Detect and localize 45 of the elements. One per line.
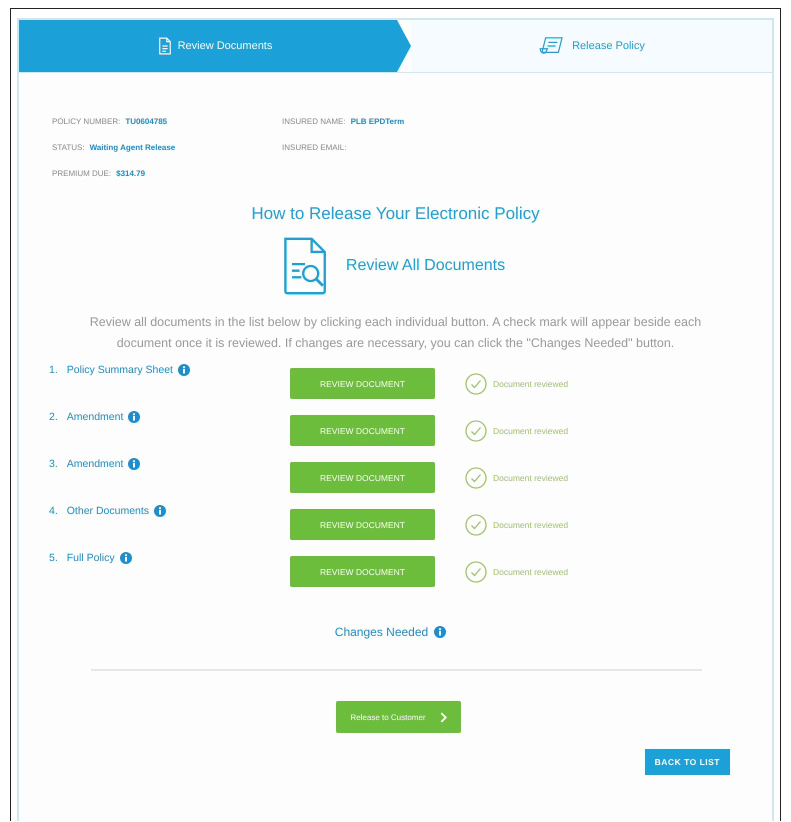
review-status: Document reviewed <box>493 426 568 436</box>
field-label: PREMIUM DUE: <box>52 169 112 178</box>
document-name: Amendment <box>66 458 124 470</box>
subheading: Review All Documents <box>346 257 506 275</box>
field-label: INSURED EMAIL: <box>282 143 346 152</box>
list-number: 4. <box>49 505 58 517</box>
info-icon[interactable] <box>154 505 166 517</box>
chevron-right-icon <box>440 712 447 722</box>
info-icon[interactable] <box>178 364 190 376</box>
field-label: POLICY NUMBER: <box>52 117 120 126</box>
step-tab[interactable]: Review Documents <box>19 20 411 72</box>
back-to-list-button[interactable]: BACK TO LIST <box>644 749 730 775</box>
list-number: 3. <box>49 458 58 470</box>
field-value: PLB EPDTerm <box>350 117 404 126</box>
field-label: STATUS: <box>52 143 85 152</box>
info-icon[interactable] <box>120 552 132 564</box>
field-value: Waiting Agent Release <box>90 143 176 152</box>
list-number: 1. <box>49 364 58 376</box>
document-name: Full Policy <box>66 552 115 564</box>
review-status: Document reviewed <box>493 566 568 576</box>
instructions-text: Review all documents in the list below by clicking each individual button. A check mark will appear beside each document once it is reviewed. If changes are necessary, you can click the "Changes Needed" button. <box>88 314 702 352</box>
step-tab[interactable]: Release Policy <box>411 20 772 72</box>
review-document-button[interactable]: REVIEW DOCUMENT <box>290 462 435 493</box>
changes-needed-link[interactable]: Changes Needed <box>334 625 428 639</box>
review-status: Document reviewed <box>493 520 568 530</box>
list-number: 5. <box>49 552 58 564</box>
review-document-button[interactable]: REVIEW DOCUMENT <box>290 368 435 399</box>
field-value: $314.79 <box>116 169 146 178</box>
review-document-button[interactable]: REVIEW DOCUMENT <box>290 556 435 587</box>
section-heading: How to Release Your Electronic Policy <box>250 204 541 224</box>
field-value: TU0604785 <box>125 117 168 126</box>
review-status: Document reviewed <box>493 472 568 482</box>
info-icon[interactable] <box>128 458 140 470</box>
field-label: INSURED NAME: <box>282 117 346 126</box>
document-name: Policy Summary Sheet <box>66 364 173 376</box>
info-icon[interactable] <box>128 411 140 423</box>
info-icon[interactable] <box>434 626 446 638</box>
review-status: Document reviewed <box>493 378 568 388</box>
document-name: Amendment <box>66 411 124 423</box>
review-document-button[interactable]: REVIEW DOCUMENT <box>290 415 435 446</box>
document-name: Other Documents <box>66 505 150 517</box>
document-icon <box>158 37 172 55</box>
review-document-button[interactable]: REVIEW DOCUMENT <box>290 509 435 540</box>
list-number: 2. <box>49 411 58 423</box>
release-to-customer-button[interactable]: Release to Customer <box>336 701 461 733</box>
